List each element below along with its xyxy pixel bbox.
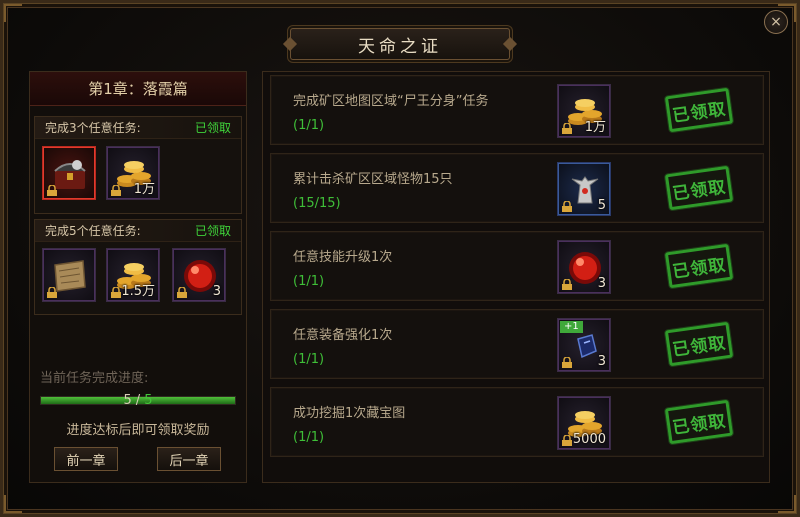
chapter-title: 第1章：落霞篇	[30, 72, 246, 106]
title-plate: 天命之证	[290, 28, 510, 60]
lock-icon	[562, 357, 572, 368]
lock-icon	[562, 435, 572, 446]
task-reward-slot[interactable]: 5	[557, 162, 611, 216]
task-title: 累计击杀矿区区域怪物15只	[293, 172, 453, 187]
plus-tag: +1	[560, 321, 583, 333]
lock-icon	[47, 185, 57, 196]
task-reward-slot[interactable]: 5000	[557, 396, 611, 450]
task-reward-slot[interactable]: 3	[557, 240, 611, 294]
claimed-stamp: 已领取	[664, 399, 734, 445]
task-progress: (1/1)	[293, 274, 325, 289]
lock-icon	[177, 287, 187, 298]
reward-quantity: 1万	[584, 120, 606, 135]
progress-separator: /	[135, 393, 141, 408]
task-row: 任意技能升级1次 (1/1) 3 已领取	[270, 231, 764, 301]
frame-corner-ornament	[4, 495, 22, 513]
reward-group-label: 完成5个任意任务:	[45, 224, 141, 238]
lock-icon	[562, 279, 572, 290]
reward-slot[interactable]: 1.5万	[106, 248, 160, 302]
progress-label: 当前任务完成进度:	[40, 371, 149, 386]
task-row: 任意装备强化1次 (1/1) +1 3 已领取	[270, 309, 764, 379]
reward-quantity: 3	[212, 284, 221, 299]
task-title: 完成矿区地图区域“尸王分身”任务	[293, 94, 489, 109]
task-progress: (1/1)	[293, 118, 325, 133]
lock-icon	[562, 201, 572, 212]
progress-hint: 进度达标后即可领取奖励	[66, 423, 210, 438]
lock-icon	[562, 123, 572, 134]
claimed-stamp: 已领取	[664, 165, 734, 211]
close-button[interactable]: ×	[764, 10, 788, 34]
lock-icon	[111, 185, 121, 196]
reward-slot[interactable]: 1万	[106, 146, 160, 200]
reward-quantity: 5000	[572, 432, 606, 447]
task-progress: (1/1)	[293, 430, 325, 445]
claimed-stamp: 已领取	[664, 243, 734, 289]
reward-slot[interactable]	[42, 146, 96, 200]
reward-quantity: 3	[597, 354, 606, 369]
task-title: 成功挖掘1次藏宝图	[293, 406, 406, 421]
task-row: 成功挖掘1次藏宝图 (1/1) 5000 已领取	[270, 387, 764, 457]
lock-icon	[47, 287, 57, 298]
reward-slot[interactable]: 3	[172, 248, 226, 302]
task-title: 任意技能升级1次	[293, 250, 393, 265]
frame-corner-ornament	[4, 4, 22, 22]
progress-current: 5	[123, 393, 132, 408]
reward-quantity: 3	[597, 276, 606, 291]
reward-group-status: 已领取	[194, 224, 231, 238]
claimed-stamp: 已领取	[664, 321, 734, 367]
task-title: 任意装备强化1次	[293, 328, 393, 343]
task-progress: (1/1)	[293, 352, 325, 367]
task-progress: (15/15)	[293, 196, 341, 211]
reward-group-status: 已领取	[194, 121, 231, 135]
reward-group-label: 完成3个任意任务:	[45, 121, 141, 135]
window-title: 天命之证	[358, 36, 442, 57]
task-reward-slot[interactable]: 1万	[557, 84, 611, 138]
task-row: 累计击杀矿区区域怪物15只 (15/15) 5 已领取	[270, 153, 764, 223]
reward-quantity: 1万	[133, 182, 155, 197]
reward-quantity: 5	[597, 198, 606, 213]
reward-quantity: 1.5万	[121, 284, 155, 299]
next-chapter-button[interactable]: 后一章	[157, 447, 221, 471]
reward-slot[interactable]	[42, 248, 96, 302]
task-row: 完成矿区地图区域“尸王分身”任务 (1/1) 1万 已领取	[270, 75, 764, 145]
claimed-stamp: 已领取	[664, 87, 734, 133]
progress-total: 5	[144, 393, 153, 408]
prev-chapter-button[interactable]: 前一章	[54, 447, 118, 471]
progress-count: 5/5	[0, 393, 276, 408]
frame-corner-ornament	[778, 495, 796, 513]
task-reward-slot[interactable]: +1 3	[557, 318, 611, 372]
